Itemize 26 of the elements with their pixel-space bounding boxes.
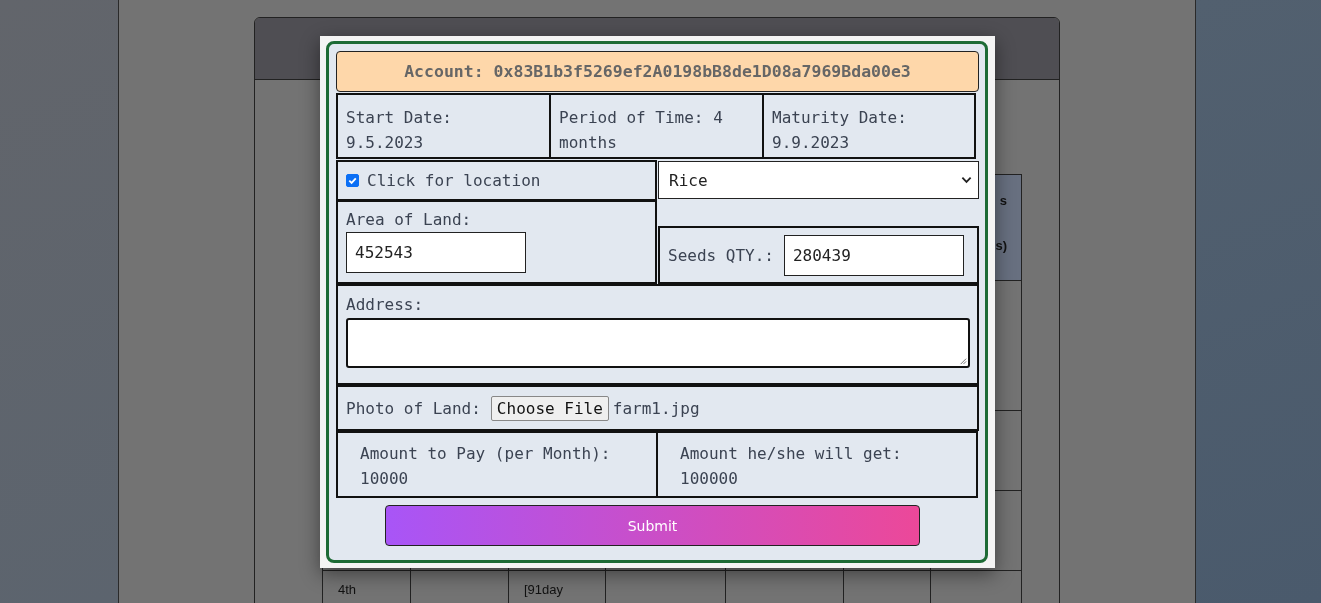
amount-value: 10000 [360,468,410,490]
area-input[interactable]: 452543 [346,232,526,273]
checkbox-icon[interactable] [346,174,359,187]
date-info: Maturity Date: 9.9.2023 [762,93,976,159]
amount-label: Amount to Pay (per Month): [360,443,612,465]
date-info: Period of Time: 4 months [549,93,764,159]
crop-select[interactable]: Rice [658,161,979,199]
choose-file-button[interactable]: Choose File [490,395,609,421]
table-header-text: s) [995,238,1007,253]
address-textarea[interactable] [346,318,970,368]
resize-grip-icon[interactable] [958,356,967,365]
seeds-input[interactable]: 280439 [783,234,964,276]
amount-value: 100000 [680,468,739,490]
field-label: Address: [346,295,425,314]
table-cell: [91day [524,582,564,597]
table-header-text: s [999,193,1007,208]
submit-button[interactable]: Submit [385,505,920,546]
amount-label: Amount he/she will get: [680,443,903,465]
file-name: farm1.jpg [612,398,700,418]
field-label: Area of Land: [346,210,473,229]
field-label: Photo of Land: [346,398,481,418]
field-label: Seeds QTY.: [668,245,774,265]
chevron-down-icon [961,176,972,184]
account-banner: Account: 0x83B1b3f5269ef2A0198bB8de1D08a7969Bda00e3 [336,51,979,92]
table-cell: 4th [338,582,357,597]
date-info: Start Date: 9.5.2023 [336,93,551,159]
